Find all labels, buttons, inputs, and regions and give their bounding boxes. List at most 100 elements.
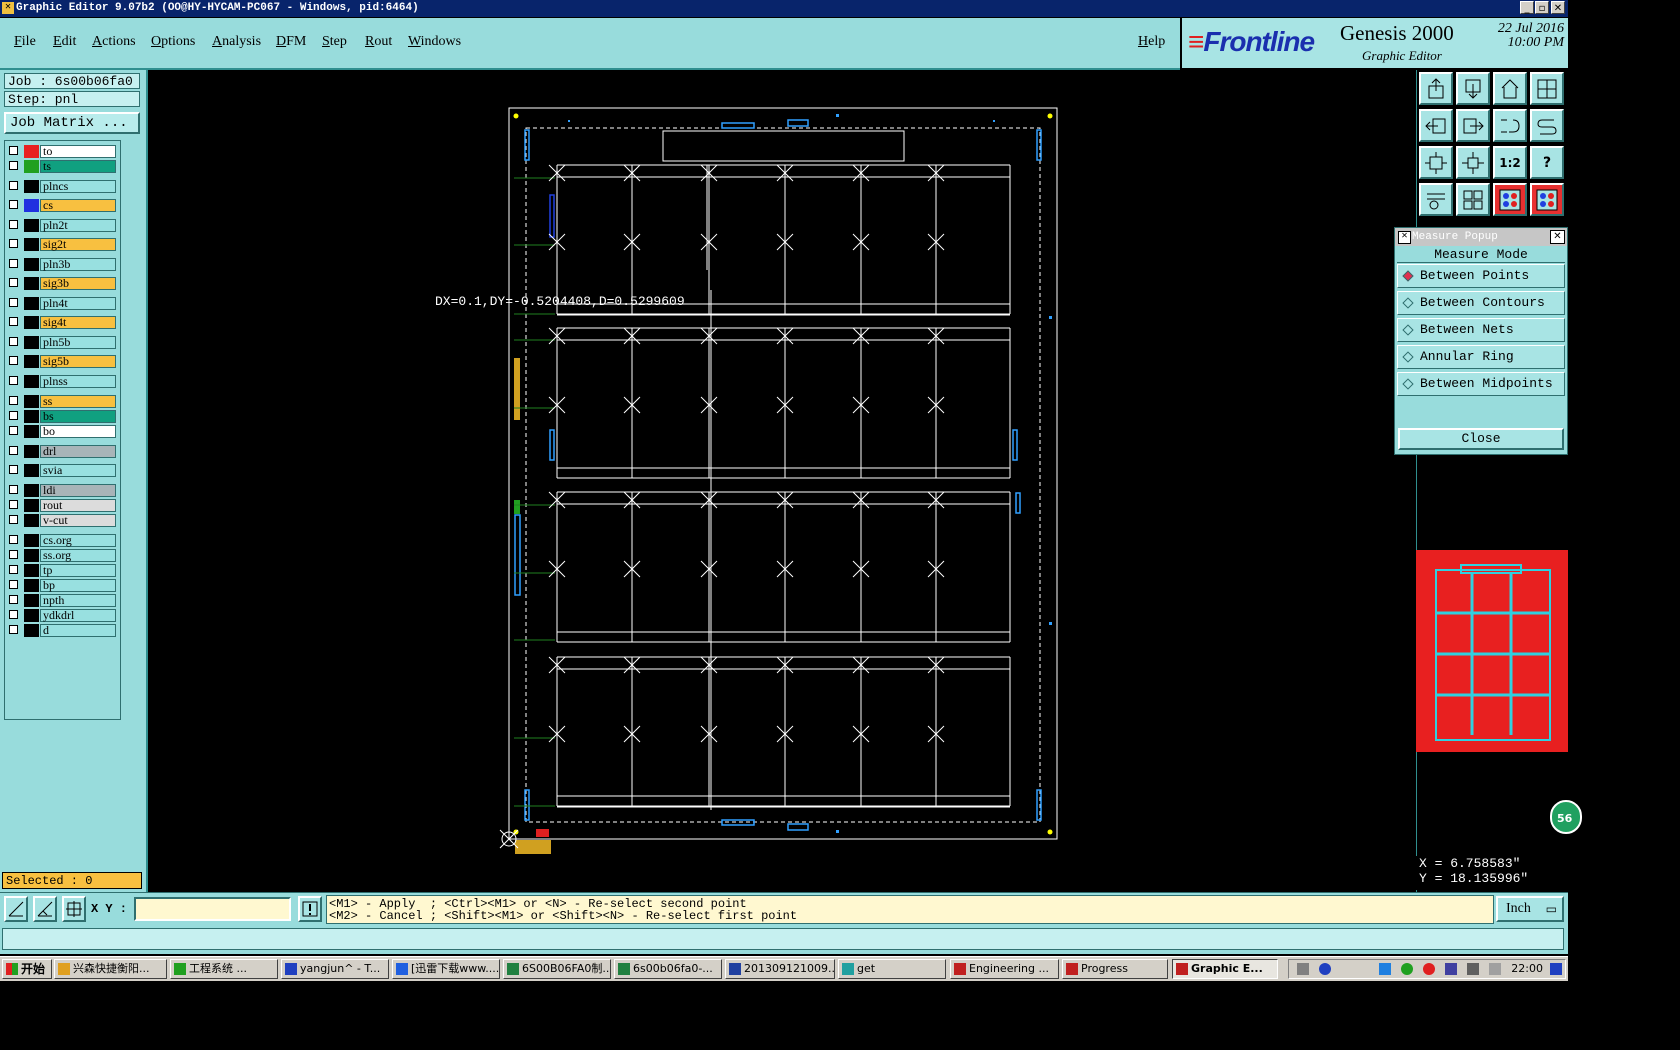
layer-name[interactable]: bs — [40, 410, 116, 423]
layer-checkbox[interactable] — [9, 376, 18, 385]
zoom-down-icon[interactable] — [1456, 72, 1490, 105]
grid-icon[interactable] — [1456, 183, 1490, 216]
security-icon[interactable] — [1423, 963, 1435, 975]
layer-row[interactable]: npth — [7, 594, 117, 607]
layer-row[interactable]: ldi — [7, 484, 117, 497]
snap-angle-icon[interactable] — [33, 896, 57, 922]
layer-row[interactable]: pln3b — [7, 258, 117, 271]
layer-name[interactable]: ts — [40, 160, 116, 173]
layer-color-swatch[interactable] — [24, 199, 39, 212]
layer-color-swatch[interactable] — [24, 484, 39, 497]
snap-grid-icon[interactable] — [4, 896, 28, 922]
layer-color-swatch[interactable] — [24, 336, 39, 349]
layer-row[interactable]: cs.org — [7, 534, 117, 547]
layer-row[interactable]: sig4t — [7, 316, 117, 329]
graphic-canvas[interactable]: DX=0.1,DY=-0.5204408,D=0.5299609 — [148, 70, 1416, 892]
layer-color-swatch[interactable] — [24, 219, 39, 232]
layer-row[interactable]: sig2t — [7, 238, 117, 251]
layer-name[interactable]: ss.org — [40, 549, 116, 562]
layer-checkbox[interactable] — [9, 446, 18, 455]
layer-name[interactable]: sig2t — [40, 238, 116, 251]
help-tray-icon[interactable] — [1319, 963, 1331, 975]
layer-checkbox[interactable] — [9, 181, 18, 190]
job-matrix-button[interactable]: Job Matrix ... — [4, 112, 140, 134]
taskbar-button[interactable]: 6S00B06FA0制... — [503, 959, 611, 979]
menu-windows[interactable]: Windows — [408, 34, 461, 50]
layer-color-swatch[interactable] — [24, 238, 39, 251]
menu-rout[interactable]: Rout — [365, 34, 392, 50]
help-question-icon[interactable]: ? — [1530, 146, 1564, 179]
layer-name[interactable]: drl — [40, 445, 116, 458]
layer-name[interactable]: pln3b — [40, 258, 116, 271]
layer-row[interactable]: sig5b — [7, 355, 117, 368]
menu-actions[interactable]: Actions — [92, 34, 136, 50]
popup-close-icon[interactable]: ✕ — [1550, 230, 1565, 244]
measure-close-button[interactable]: Close — [1398, 428, 1564, 450]
layer-name[interactable]: d — [40, 624, 116, 637]
notification-badge[interactable]: 56 — [1550, 800, 1582, 834]
layer-checkbox[interactable] — [9, 337, 18, 346]
layer-color-swatch[interactable] — [24, 395, 39, 408]
panel-drawing[interactable]: DX=0.1,DY=-0.5204408,D=0.5299609 — [148, 70, 1416, 892]
keyboard-icon[interactable] — [1297, 963, 1309, 975]
taskbar-button[interactable]: Graphic E... — [1172, 959, 1278, 979]
layer-row[interactable]: ts — [7, 160, 117, 173]
zoom-in-icon[interactable] — [1456, 146, 1490, 179]
layer-name[interactable]: sig5b — [40, 355, 116, 368]
layer-name[interactable]: sig4t — [40, 316, 116, 329]
layer-color-swatch[interactable] — [24, 145, 39, 158]
tray-app-icon[interactable] — [1467, 963, 1479, 975]
maximize-button[interactable]: ▫ — [1535, 1, 1549, 14]
menu-dfm[interactable]: DFM — [276, 34, 306, 50]
layer-name[interactable]: cs.org — [40, 534, 116, 547]
net-compare-icon[interactable] — [1530, 183, 1564, 216]
minimize-button[interactable]: _ — [1520, 1, 1534, 14]
layer-row[interactable]: v-cut — [7, 514, 117, 527]
split-view-icon[interactable] — [1530, 72, 1564, 105]
redraw-icon[interactable] — [1530, 109, 1564, 142]
layer-color-swatch[interactable] — [24, 534, 39, 547]
pan-left-icon[interactable] — [1419, 109, 1453, 142]
layer-checkbox[interactable] — [9, 595, 18, 604]
layer-color-swatch[interactable] — [24, 375, 39, 388]
overview-map[interactable] — [1416, 550, 1568, 752]
layer-color-swatch[interactable] — [24, 277, 39, 290]
layer-checkbox[interactable] — [9, 535, 18, 544]
tray-app-icon[interactable] — [1445, 963, 1457, 975]
taskbar-button[interactable]: 工程系统 ... — [170, 959, 278, 979]
layer-name[interactable]: svia — [40, 464, 116, 477]
layer-name[interactable]: sig3b — [40, 277, 116, 290]
info-icon[interactable] — [298, 896, 322, 922]
show-desktop-icon[interactable] — [1550, 963, 1562, 975]
layer-checkbox[interactable] — [9, 278, 18, 287]
layer-color-swatch[interactable] — [24, 564, 39, 577]
layer-color-swatch[interactable] — [24, 316, 39, 329]
layer-row[interactable]: pln4t — [7, 297, 117, 310]
layer-checkbox[interactable] — [9, 411, 18, 420]
taskbar-button[interactable]: 6s00b06fa0-... — [614, 959, 722, 979]
measure-popup-titlebar[interactable]: ✕ Measure Popup ✕ — [1395, 228, 1567, 246]
snap-center-icon[interactable] — [62, 896, 86, 922]
layer-checkbox[interactable] — [9, 200, 18, 209]
layer-checkbox[interactable] — [9, 610, 18, 619]
layer-checkbox[interactable] — [9, 565, 18, 574]
layer-row[interactable]: cs — [7, 199, 117, 212]
layer-row[interactable]: bo — [7, 425, 117, 438]
layer-row[interactable]: pln2t — [7, 219, 117, 232]
taskbar-button[interactable]: yangjun^ - T... — [281, 959, 389, 979]
layer-checkbox[interactable] — [9, 146, 18, 155]
layer-row[interactable]: plnss — [7, 375, 117, 388]
update-icon[interactable] — [1401, 963, 1413, 975]
one-to-two-icon[interactable]: 1:2 — [1493, 146, 1527, 179]
layer-color-swatch[interactable] — [24, 410, 39, 423]
layer-color-swatch[interactable] — [24, 514, 39, 527]
menu-edit[interactable]: Edit — [53, 34, 76, 50]
layer-name[interactable]: ldi — [40, 484, 116, 497]
layer-checkbox[interactable] — [9, 396, 18, 405]
taskbar-button[interactable]: [迅雷下载www.... — [392, 959, 500, 979]
zoom-fit-icon[interactable] — [1419, 146, 1453, 179]
layer-checkbox[interactable] — [9, 259, 18, 268]
layer-row[interactable]: ss — [7, 395, 117, 408]
layer-name[interactable]: to — [40, 145, 116, 158]
layer-color-swatch[interactable] — [24, 180, 39, 193]
